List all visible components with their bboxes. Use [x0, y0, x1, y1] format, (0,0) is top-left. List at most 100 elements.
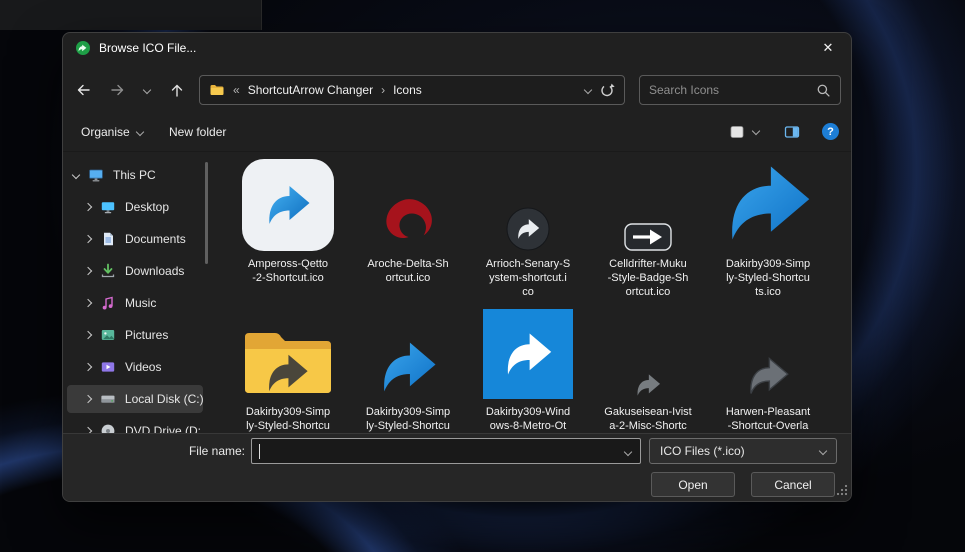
- organise-label: Organise: [81, 125, 130, 139]
- search-box: [639, 75, 841, 105]
- search-input[interactable]: [649, 83, 810, 97]
- forward-arrow-icon: [109, 82, 126, 98]
- file-icon-blue-arrow: [352, 301, 464, 401]
- sidebar-scrollbar[interactable]: [205, 162, 208, 264]
- file-item[interactable]: Celldrifter-Muku -Style-Badge-Sh ortcut.…: [592, 153, 704, 299]
- file-item[interactable]: Ampeross-Qetto -2-Shortcut.ico: [232, 153, 344, 285]
- preview-pane-icon[interactable]: [784, 124, 800, 140]
- file-item[interactable]: Dakirby309-Wind ows-8-Metro-Ot: [472, 301, 584, 433]
- open-button[interactable]: Open: [651, 472, 735, 497]
- view-options-icon[interactable]: [729, 124, 745, 140]
- breadcrumb-item-parent[interactable]: ShortcutArrow Changer: [248, 83, 373, 97]
- file-icon-red-swirl: [352, 153, 464, 253]
- organise-button[interactable]: Organise: [81, 120, 143, 144]
- sidebar-item-videos[interactable]: Videos: [67, 353, 203, 381]
- chevron-down-icon: [819, 447, 827, 455]
- app-icon: [75, 40, 91, 56]
- address-dropdown-icon[interactable]: [584, 86, 592, 94]
- file-item[interactable]: Dakirby309-Simp ly-Styled-Shortcu: [352, 301, 464, 433]
- back-button[interactable]: [69, 77, 97, 103]
- chevron-right-icon[interactable]: [84, 299, 92, 307]
- folder-icon: [209, 82, 225, 98]
- file-item[interactable]: Aroche-Delta-Sh ortcut.ico: [352, 153, 464, 285]
- up-arrow-icon: [169, 82, 185, 99]
- file-item[interactable]: Gakuseisean-Ivist a-2-Misc-Shortc: [592, 301, 704, 433]
- file-label: Dakirby309-Simp ly-Styled-Shortcu ts.ico: [712, 257, 824, 299]
- refresh-icon[interactable]: [599, 82, 615, 98]
- search-icon[interactable]: [816, 83, 831, 98]
- resize-grip[interactable]: [835, 483, 848, 499]
- sidebar-item-documents[interactable]: Documents: [67, 225, 203, 253]
- file-label: Celldrifter-Muku -Style-Badge-Sh ortcut.…: [592, 257, 704, 299]
- up-button[interactable]: [163, 77, 191, 103]
- file-item[interactable]: Dakirby309-Simp ly-Styled-Shortcu ts.ico: [712, 153, 824, 299]
- downloads-icon: [100, 263, 116, 279]
- file-label: Arrioch-Senary-S ystem-shortcut.i co: [472, 257, 584, 299]
- file-label: Dakirby309-Wind ows-8-Metro-Ot: [472, 405, 584, 433]
- background-window-edge: [0, 0, 262, 30]
- breadcrumb-overflow[interactable]: «: [233, 83, 240, 97]
- file-name-combobox: [251, 438, 641, 464]
- dialog-footer: File name: ICO Files (*.ico) Open Cancel: [63, 433, 852, 502]
- chevron-down-icon: [143, 86, 151, 94]
- breadcrumb-separator: ›: [381, 83, 385, 97]
- file-icon-metro-square-arrow: [472, 301, 584, 401]
- file-icon-folder-arrow: [232, 301, 344, 401]
- file-icon-badge-arrow: [592, 153, 704, 253]
- file-icon-big-blue-arrow: [712, 153, 824, 253]
- videos-icon: [100, 359, 116, 375]
- browse-ico-dialog: Browse ICO File... ✕: [62, 32, 852, 502]
- close-button[interactable]: ✕: [805, 33, 851, 63]
- file-label: Dakirby309-Simp ly-Styled-Shortcu: [232, 405, 344, 433]
- sidebar-item-pictures[interactable]: Pictures: [67, 321, 203, 349]
- file-label: Harwen-Pleasant -Shortcut-Overla: [712, 405, 824, 433]
- window-title: Browse ICO File...: [99, 41, 196, 55]
- file-label: Dakirby309-Simp ly-Styled-Shortcu: [352, 405, 464, 433]
- file-icon-small-gray-arrow: [592, 301, 704, 401]
- file-icon-dark-circle-arrow: [472, 153, 584, 253]
- desktop: Browse ICO File... ✕: [0, 0, 965, 552]
- sidebar-item-desktop[interactable]: Desktop: [67, 193, 203, 221]
- address-bar[interactable]: « ShortcutArrow Changer › Icons: [199, 75, 625, 105]
- chevron-right-icon[interactable]: [84, 331, 92, 339]
- back-arrow-icon: [75, 82, 92, 98]
- sidebar-item-dvd-drive-d[interactable]: DVD Drive (D:: [67, 417, 203, 433]
- breadcrumb-item-current[interactable]: Icons: [393, 83, 422, 97]
- pictures-icon: [100, 327, 116, 343]
- recent-locations-button[interactable]: [137, 77, 157, 103]
- local-disk-icon: [100, 391, 116, 407]
- file-label: Aroche-Delta-Sh ortcut.ico: [352, 257, 464, 285]
- view-dropdown-icon[interactable]: [752, 127, 760, 135]
- chevron-right-icon[interactable]: [84, 267, 92, 275]
- cancel-button[interactable]: Cancel: [751, 472, 835, 497]
- desktop-icon: [100, 199, 116, 215]
- file-type-value: ICO Files (*.ico): [660, 444, 745, 458]
- file-item[interactable]: Harwen-Pleasant -Shortcut-Overla: [712, 301, 824, 433]
- titlebar: Browse ICO File...: [63, 33, 851, 63]
- sidebar-item-local-disk-c[interactable]: Local Disk (C:): [67, 385, 203, 413]
- new-folder-label: New folder: [169, 125, 226, 139]
- new-folder-button[interactable]: New folder: [169, 120, 226, 144]
- text-caret: [259, 444, 260, 459]
- forward-button[interactable]: [103, 77, 131, 103]
- chevron-down-icon[interactable]: [72, 171, 80, 179]
- chevron-right-icon[interactable]: [84, 395, 92, 403]
- file-item[interactable]: Arrioch-Senary-S ystem-shortcut.i co: [472, 153, 584, 299]
- file-name-input[interactable]: [252, 439, 640, 463]
- sidebar-item-music[interactable]: Music: [67, 289, 203, 317]
- chevron-right-icon[interactable]: [84, 363, 92, 371]
- dvd-drive-icon: [100, 423, 116, 433]
- file-item[interactable]: Dakirby309-Simp ly-Styled-Shortcu: [232, 301, 344, 433]
- file-label: Ampeross-Qetto -2-Shortcut.ico: [232, 257, 344, 285]
- music-icon: [100, 295, 116, 311]
- chevron-right-icon[interactable]: [84, 235, 92, 243]
- file-type-select[interactable]: ICO Files (*.ico): [649, 438, 837, 464]
- chevron-right-icon[interactable]: [84, 203, 92, 211]
- file-name-label: File name:: [167, 438, 245, 464]
- dialog-body: This PC Desktop: [63, 152, 852, 433]
- sidebar-item-this-pc[interactable]: This PC: [67, 161, 203, 189]
- help-button[interactable]: ?: [822, 123, 839, 140]
- chevron-down-icon: [135, 128, 143, 136]
- file-icon-rounded-square-arrow: [232, 153, 344, 253]
- sidebar-item-downloads[interactable]: Downloads: [67, 257, 203, 285]
